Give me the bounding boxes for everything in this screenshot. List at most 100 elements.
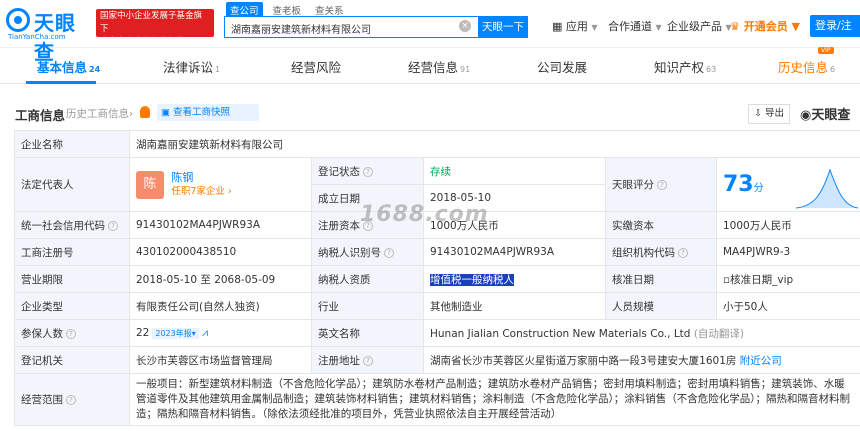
export-button[interactable]: ⇩ 导出: [748, 104, 790, 124]
reg-status-label: 登记状态?: [311, 157, 424, 185]
business-info-table: 企业名称 湖南嘉丽安建筑新材料有限公司 法定代表人 陈 陈钢 任职7家企业 › …: [14, 130, 860, 426]
help-icon[interactable]: ?: [66, 328, 76, 339]
help-icon[interactable]: ?: [678, 247, 688, 258]
label-text: 登记状态: [318, 165, 360, 178]
tab-label: 知识产权: [654, 60, 705, 75]
tab-label: 历史信息: [778, 60, 829, 75]
score-cell[interactable]: 73分: [716, 157, 860, 212]
history-business-link[interactable]: 历史工商信息›: [66, 106, 133, 121]
tab-label: 法律诉讼: [163, 60, 214, 75]
nav-enterprise[interactable]: 企业级产品 ▼: [667, 18, 732, 34]
reg-no-value: 430102000438510: [129, 238, 312, 266]
annual-report-badge[interactable]: 2023年报▾: [152, 327, 199, 339]
nav-apps[interactable]: ▦ 应用 ▼: [552, 18, 598, 34]
label-text: 天眼评分: [612, 179, 654, 191]
company-type-label: 企业类型: [14, 292, 130, 320]
nav-enterprise-label: 企业级产品: [667, 20, 722, 33]
nav-apps-label: 应用: [565, 20, 588, 33]
section-header: 工商信息 历史工商信息› ▣ 查看工商快照: [0, 84, 860, 124]
tab-count: 63: [706, 65, 717, 74]
est-date-label: 成立日期: [311, 184, 424, 212]
insured-label: 参保人数?: [14, 319, 130, 347]
chevron-down-icon: ▼: [655, 23, 662, 32]
help-icon[interactable]: ?: [363, 166, 373, 177]
table-row: 参保人数? 22 2023年报▾ ⩘ 英文名称 Hunan Jialian Con…: [14, 319, 860, 347]
staff-size-value: 小于50人: [716, 292, 860, 320]
score-unit: 分: [753, 183, 764, 194]
tab-operation[interactable]: 经营信息 91: [408, 57, 470, 76]
legal-rep-label: 法定代表人: [14, 157, 130, 212]
history-chevron: ›: [129, 108, 134, 120]
tab-legal[interactable]: 法律诉讼 1: [163, 57, 220, 76]
reg-capital-value: 1000万人民币: [423, 211, 606, 239]
vip-label: 开通会员: [743, 20, 788, 33]
tab-count: 1: [215, 65, 221, 74]
org-code-value: MA4PJWR9-3: [716, 238, 860, 266]
trend-chart-icon[interactable]: ⩘: [202, 327, 208, 339]
bell-icon[interactable]: [140, 106, 150, 118]
taxpayer-id-value: 91430102MA4PJWR93A: [423, 238, 606, 266]
tab-development[interactable]: 公司发展: [537, 57, 587, 76]
company-type-value: 有限责任公司(自然人独资): [129, 292, 312, 320]
clear-search-icon[interactable]: ×: [459, 20, 471, 32]
tab-history[interactable]: 历史信息 6: [778, 57, 835, 76]
snapshot-button[interactable]: ▣ 查看工商快照: [157, 104, 259, 121]
help-icon[interactable]: ?: [657, 180, 667, 190]
positions-label: 任职7家企业: [171, 185, 225, 197]
company-tabs: 基本信息 24 法律诉讼 1 经营风险 经营信息 91 公司发展 知识产权 63 历史信…: [0, 48, 860, 84]
site-logo[interactable]: 天眼查 TianYanCha.com: [6, 6, 94, 64]
address-cell: 湖南省长沙市芙蓉区火星街道万家丽中路一段3号建安大厦1601房 附近公司: [423, 346, 860, 374]
nav-partner[interactable]: 合作通道 ▼: [608, 18, 662, 34]
vip-badge: VIP: [818, 47, 834, 54]
approve-date-vip[interactable]: 核准日期_vip: [730, 274, 793, 286]
score-label: 天眼评分?: [605, 157, 717, 212]
help-icon[interactable]: ?: [66, 395, 76, 405]
table-row: 法定代表人 陈 陈钢 任职7家企业 › 登记状态? 存续 天眼评分? 73分: [14, 157, 860, 212]
legal-rep-name[interactable]: 陈钢: [171, 171, 231, 185]
company-name-value: 湖南嘉丽安建筑新材料有限公司: [129, 130, 860, 158]
paid-capital-value: 1000万人民币: [716, 211, 860, 239]
help-icon[interactable]: ?: [384, 247, 394, 258]
search-input[interactable]: 湖南嘉丽安建筑新材料有限公司: [224, 16, 478, 38]
snapshot-label: 查看工商快照: [173, 107, 231, 118]
label-text: 统一社会信用代码: [21, 219, 105, 232]
tab-label: 基本信息: [37, 60, 88, 75]
insured-cell: 22 2023年报▾ ⩘: [129, 319, 312, 347]
tab-ip[interactable]: 知识产权 63: [654, 57, 716, 76]
en-name-cell: Hunan Jialian Construction New Materials…: [423, 319, 860, 347]
chevron-down-icon: ▼: [591, 23, 598, 32]
legal-rep-info: 陈钢 任职7家企业 ›: [171, 171, 231, 199]
help-icon[interactable]: ?: [363, 355, 373, 366]
brand-mark: ◉天眼查: [800, 108, 851, 123]
score-distribution-chart: [796, 168, 858, 209]
search-button[interactable]: 天眼一下: [478, 16, 528, 38]
score-value: 73: [723, 172, 754, 197]
scope-value: 一般项目：新型建筑材料制造（不含危险化学品）；建筑防水卷材产品制造；建筑防水卷材…: [129, 373, 860, 426]
credit-code-label: 统一社会信用代码?: [14, 211, 130, 239]
legal-rep-positions[interactable]: 任职7家企业 ›: [171, 185, 231, 199]
vip-open-button[interactable]: ♛ 开通会员 ▼: [730, 18, 800, 34]
paid-capital-label: 实缴资本: [605, 211, 717, 239]
label-text: 组织机构代码: [612, 246, 675, 259]
tab-risk[interactable]: 经营风险: [291, 57, 341, 76]
chevron-down-icon: ▼: [791, 20, 801, 33]
tab-count: 91: [460, 65, 471, 74]
tab-basic-info[interactable]: 基本信息 24: [37, 57, 100, 76]
approve-date-label: 核准日期: [605, 265, 717, 293]
help-icon[interactable]: ?: [108, 220, 118, 231]
nearby-companies-link[interactable]: 附近公司: [740, 355, 782, 367]
login-register-button[interactable]: 登录/注册: [810, 15, 860, 54]
help-icon[interactable]: ?: [363, 220, 373, 231]
auto-translate-note: (自动翻译): [693, 327, 745, 340]
tax-qual-value: 增值税一般纳税人: [430, 273, 514, 286]
label-text: 参保人数: [21, 327, 63, 340]
logo-subtitle: TianYanCha.com: [8, 33, 66, 41]
scope-label: 经营范围?: [14, 373, 130, 426]
en-name-value: Hunan Jialian Construction New Materials…: [430, 327, 691, 340]
industry-label: 行业: [311, 292, 424, 320]
table-row: 经营范围? 一般项目：新型建筑材料制造（不含危险化学品）；建筑防水卷材产品制造；…: [14, 373, 860, 426]
table-row: 营业期限 2018-05-10 至 2068-05-09 纳税人资质 增值税一般…: [14, 265, 860, 293]
tab-count: 24: [89, 65, 101, 74]
export-label: 导出: [764, 108, 784, 119]
table-row: 统一社会信用代码? 91430102MA4PJWR93A 注册资本? 1000万…: [14, 211, 860, 239]
